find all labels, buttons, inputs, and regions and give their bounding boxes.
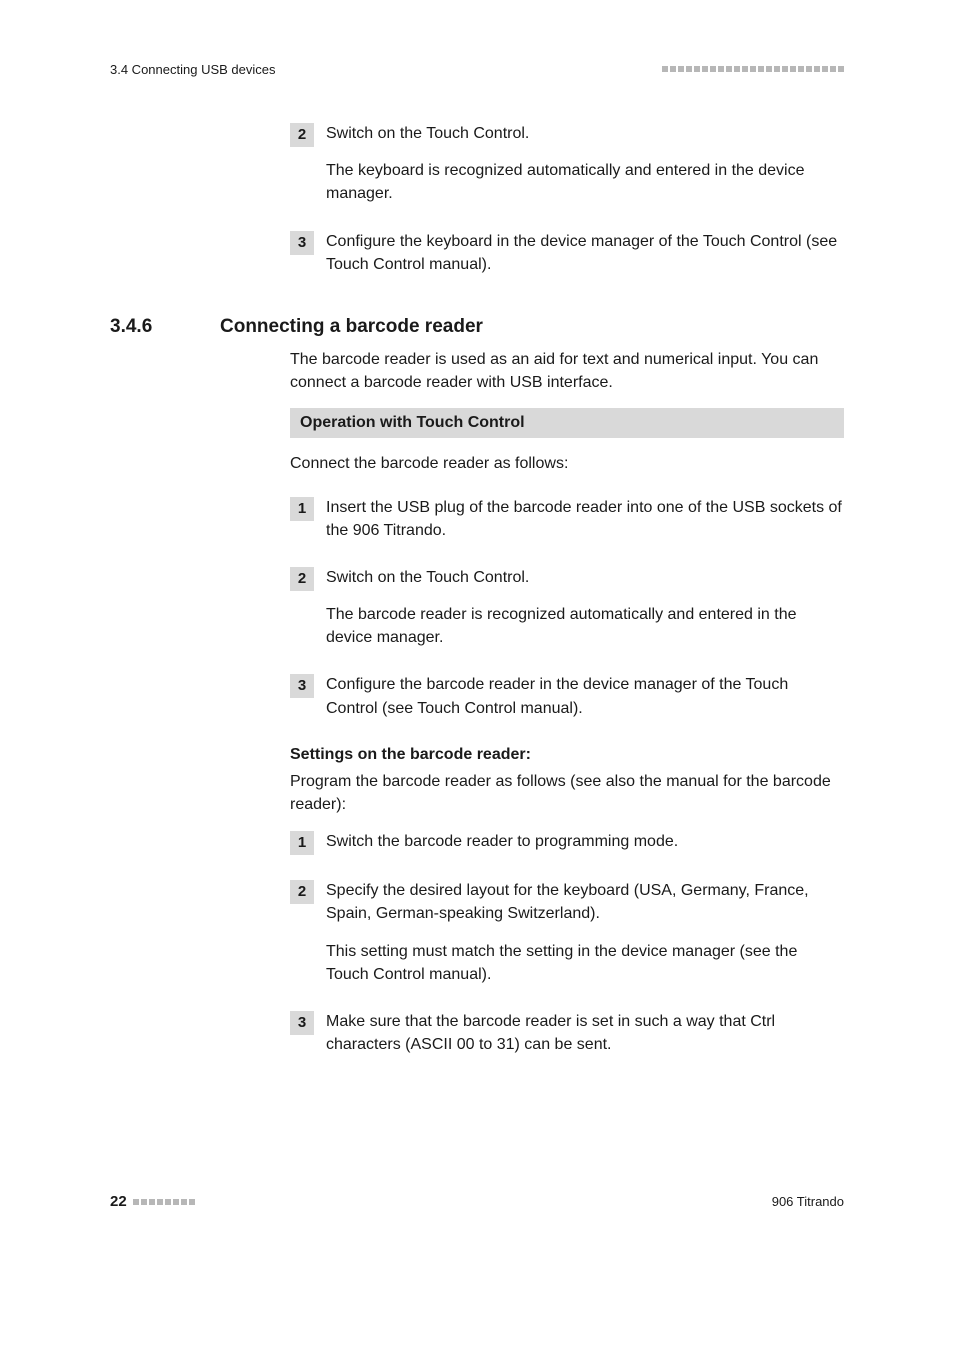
step-text: Specify the desired layout for the keybo…	[326, 879, 844, 925]
step-body: Specify the desired layout for the keybo…	[326, 879, 844, 986]
step-number: 3	[290, 1011, 314, 1035]
step-number: 2	[290, 567, 314, 591]
settings-intro: Program the barcode reader as follows (s…	[290, 770, 844, 816]
settings-block: Settings on the barcode reader: Program …	[290, 746, 844, 816]
step-body: Switch on the Touch Control. The barcode…	[326, 566, 844, 650]
page-footer: 22 906 Titrando	[110, 1193, 844, 1210]
band-after-text: Connect the barcode reader as follows:	[290, 452, 844, 475]
page-content: 2 Switch on the Touch Control. The keybo…	[110, 122, 844, 1080]
step-item: 3 Configure the barcode reader in the de…	[290, 673, 844, 719]
steps-group-a: 1 Insert the USB plug of the barcode rea…	[290, 496, 844, 720]
footer-product: 906 Titrando	[772, 1194, 844, 1209]
section-heading: 3.4.6 Connecting a barcode reader	[110, 316, 844, 338]
step-text: Insert the USB plug of the barcode reade…	[326, 496, 844, 542]
step-item: 2 Specify the desired layout for the key…	[290, 879, 844, 986]
step-body: Insert the USB plug of the barcode reade…	[326, 496, 844, 542]
section-title: Connecting a barcode reader	[220, 316, 483, 338]
section-body: The barcode reader is used as an aid for…	[290, 348, 844, 476]
settings-subhead: Settings on the barcode reader:	[290, 746, 844, 764]
step-text: Switch on the Touch Control.	[326, 122, 844, 145]
footer-left: 22	[110, 1193, 195, 1210]
step-text: Switch on the Touch Control.	[326, 566, 844, 589]
step-item: 3 Configure the keyboard in the device m…	[290, 230, 844, 276]
header-section-label: 3.4 Connecting USB devices	[110, 62, 275, 77]
step-number: 2	[290, 123, 314, 147]
footer-ornament-icon	[133, 1199, 195, 1205]
step-body: Make sure that the barcode reader is set…	[326, 1010, 844, 1056]
step-item: 2 Switch on the Touch Control. The keybo…	[290, 122, 844, 206]
step-number: 2	[290, 880, 314, 904]
step-body: Configure the barcode reader in the devi…	[326, 673, 844, 719]
page: 3.4 Connecting USB devices 2 Switch on t…	[0, 0, 954, 1350]
step-number: 1	[290, 497, 314, 521]
step-number: 1	[290, 831, 314, 855]
operation-band: Operation with Touch Control	[290, 408, 844, 438]
intro-steps: 2 Switch on the Touch Control. The keybo…	[290, 122, 844, 276]
step-item: 1 Switch the barcode reader to programmi…	[290, 830, 844, 855]
step-number: 3	[290, 231, 314, 255]
header-ornament-icon	[662, 66, 844, 72]
step-text: The keyboard is recognized automatically…	[326, 159, 844, 205]
step-number: 3	[290, 674, 314, 698]
step-item: 3 Make sure that the barcode reader is s…	[290, 1010, 844, 1056]
section-intro: The barcode reader is used as an aid for…	[290, 348, 844, 394]
step-text: This setting must match the setting in t…	[326, 940, 844, 986]
page-header: 3.4 Connecting USB devices	[110, 62, 844, 76]
page-number: 22	[110, 1193, 127, 1210]
step-body: Switch the barcode reader to programming…	[326, 830, 844, 855]
step-body: Configure the keyboard in the device man…	[326, 230, 844, 276]
step-text: The barcode reader is recognized automat…	[326, 603, 844, 649]
step-text: Configure the barcode reader in the devi…	[326, 673, 844, 719]
step-item: 1 Insert the USB plug of the barcode rea…	[290, 496, 844, 542]
section-number: 3.4.6	[110, 316, 220, 338]
step-text: Configure the keyboard in the device man…	[326, 230, 844, 276]
step-text: Switch the barcode reader to programming…	[326, 830, 844, 853]
step-item: 2 Switch on the Touch Control. The barco…	[290, 566, 844, 650]
step-text: Make sure that the barcode reader is set…	[326, 1010, 844, 1056]
steps-group-b: 1 Switch the barcode reader to programmi…	[290, 830, 844, 1056]
step-body: Switch on the Touch Control. The keyboar…	[326, 122, 844, 206]
